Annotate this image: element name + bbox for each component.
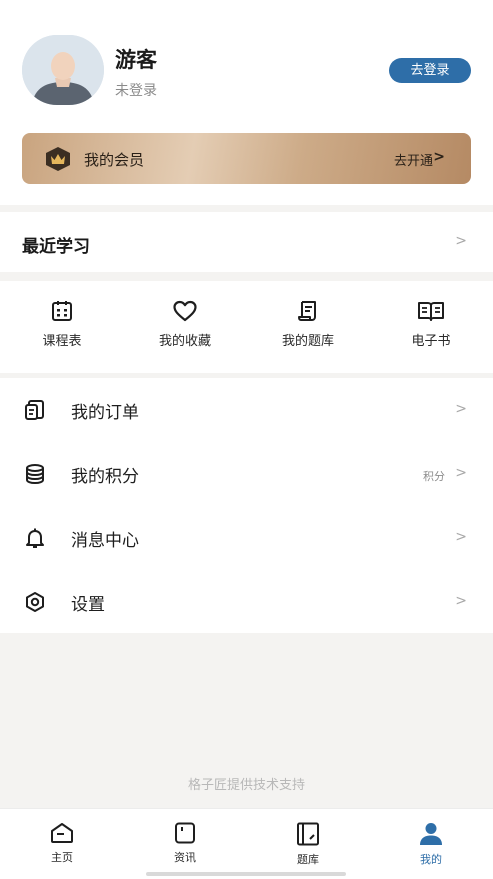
bottom-tab-bar: 主页 资讯 题库 我的 — [0, 808, 493, 879]
vip-activate-link[interactable]: 去开通 — [394, 150, 433, 169]
menu-item-points[interactable]: 我的积分 积分 > — [0, 442, 493, 506]
menu-item-settings[interactable]: 设置 > — [0, 570, 493, 634]
shortcut-label: 课程表 — [42, 334, 82, 349]
order-icon — [25, 400, 44, 420]
menu-list: 我的订单 > 我的积分 积分 > 消息中心 > 设置 > — [0, 378, 493, 633]
menu-item-label: 消息中心 — [71, 531, 139, 551]
book-icon — [418, 302, 444, 321]
tab-news[interactable]: 资讯 — [145, 822, 225, 865]
chevron-right-icon: > — [455, 529, 467, 545]
tech-support-credit: 格子匠提供技术支持 — [187, 778, 305, 793]
chevron-right-icon: > — [455, 465, 467, 481]
question-bank-icon — [297, 822, 319, 846]
login-status: 未登录 — [115, 83, 157, 99]
chevron-right-icon: > — [455, 233, 467, 249]
profile-header: 游客 未登录 去登录 我的会员 去开通 > — [0, 0, 493, 205]
tab-label: 主页 — [51, 851, 73, 864]
crown-icon — [46, 147, 70, 171]
tab-label: 我的 — [420, 853, 442, 866]
username: 游客 — [115, 48, 157, 72]
shortcut-course-schedule[interactable]: 课程表 — [7, 299, 117, 349]
profile-icon — [420, 823, 442, 845]
coins-icon — [26, 464, 44, 485]
tab-profile[interactable]: 我的 — [391, 822, 471, 867]
shortcut-label: 我的题库 — [281, 334, 334, 349]
chevron-right-icon: > — [433, 149, 445, 165]
recent-learning-title: 最近学习 — [22, 237, 90, 257]
login-button[interactable]: 去登录 — [389, 58, 471, 83]
tab-label: 题库 — [297, 853, 319, 866]
tab-home[interactable]: 主页 — [22, 822, 102, 865]
vip-membership-card[interactable]: 我的会员 去开通 > — [22, 133, 471, 184]
shortcut-label: 我的收藏 — [158, 334, 211, 349]
home-icon — [51, 823, 73, 843]
heart-icon — [173, 300, 197, 322]
tab-label: 资讯 — [174, 851, 196, 864]
avatar[interactable] — [22, 35, 104, 105]
home-indicator — [146, 872, 346, 876]
points-value: 积分 — [423, 470, 445, 483]
recent-learning-row[interactable]: 最近学习 > — [0, 212, 493, 272]
menu-item-label: 我的订单 — [71, 403, 139, 423]
shortcut-ebook[interactable]: 电子书 — [376, 299, 486, 349]
chevron-right-icon: > — [455, 401, 467, 417]
shortcut-grid: 课程表 我的收藏 我的题库 电子书 — [0, 281, 493, 373]
bell-icon — [26, 528, 44, 548]
calendar-icon — [52, 301, 72, 321]
menu-item-orders[interactable]: 我的订单 > — [0, 378, 493, 442]
news-icon — [175, 822, 195, 844]
tab-question-bank[interactable]: 题库 — [268, 822, 348, 867]
settings-icon — [26, 592, 44, 612]
shortcut-favorites[interactable]: 我的收藏 — [130, 299, 240, 349]
menu-item-messages[interactable]: 消息中心 > — [0, 506, 493, 570]
scroll-icon — [298, 301, 316, 321]
vip-label: 我的会员 — [84, 151, 145, 169]
shortcut-label: 电子书 — [411, 334, 451, 349]
profile-page: 游客 未登录 去登录 我的会员 去开通 > 最近学习 > 课程表 我的收藏 我的… — [0, 0, 493, 879]
shortcut-my-question-bank[interactable]: 我的题库 — [253, 299, 363, 349]
menu-item-label: 我的积分 — [71, 467, 139, 487]
menu-item-label: 设置 — [71, 595, 105, 615]
chevron-right-icon: > — [455, 593, 467, 609]
